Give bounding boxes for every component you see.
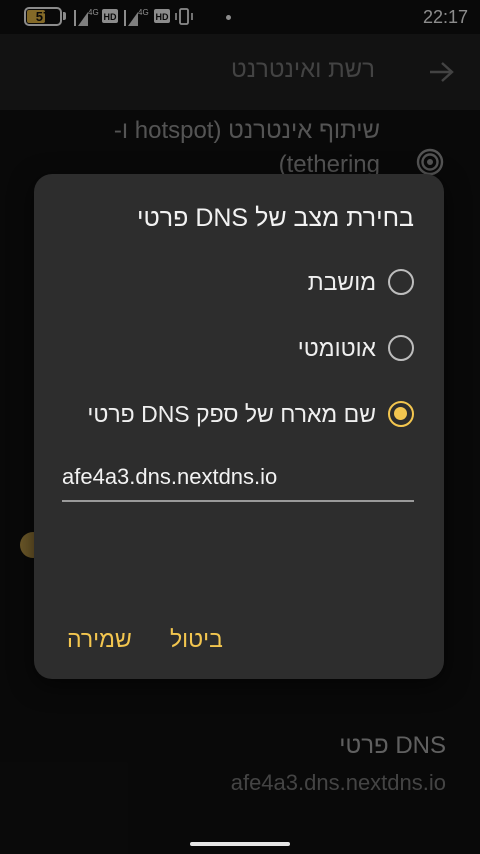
radio-button-checked-icon[interactable]: [388, 401, 414, 427]
dialog-title: בחירת מצב של DNS פרטי: [136, 204, 414, 232]
navigation-handle[interactable]: [190, 842, 290, 846]
option-automatic[interactable]: אוטומטי: [64, 326, 414, 370]
save-button[interactable]: שמירה: [67, 626, 132, 653]
option-label: שם מארח של ספק DNS פרטי: [87, 400, 376, 427]
private-dns-dialog: בחירת מצב של DNS פרטי מושבת אוטומטי שם מ…: [34, 174, 444, 679]
radio-button-icon[interactable]: [388, 269, 414, 295]
option-hostname[interactable]: שם מארח של ספק DNS פרטי: [64, 392, 414, 436]
radio-button-icon[interactable]: [388, 335, 414, 361]
hostname-input[interactable]: [62, 460, 414, 502]
option-off[interactable]: מושבת: [64, 260, 414, 304]
option-label: אוטומטי: [297, 334, 376, 361]
option-label: מושבת: [307, 268, 376, 295]
cancel-button[interactable]: ביטול: [170, 626, 223, 653]
